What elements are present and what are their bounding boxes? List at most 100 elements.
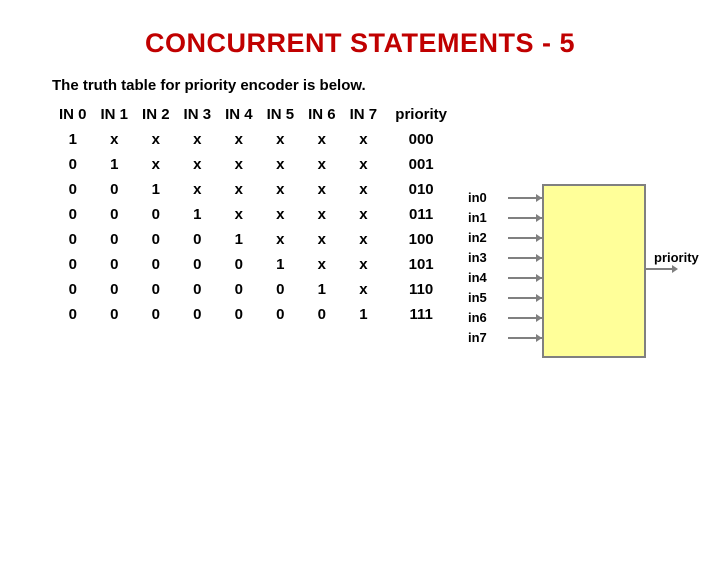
arrow-right-icon [536, 234, 542, 242]
cell: 0 [218, 302, 260, 327]
cell: x [260, 227, 302, 252]
cell: 0 [260, 302, 302, 327]
cell: 0 [52, 227, 94, 252]
subtitle: The truth table for priority encoder is … [52, 77, 720, 94]
cell: x [218, 177, 260, 202]
cell: x [301, 227, 343, 252]
table-row: 1xxxxxxx000 [52, 127, 458, 152]
cell: x [177, 152, 219, 177]
cell: 0 [52, 277, 94, 302]
cell: 1 [94, 152, 136, 177]
arrow-right-icon [536, 274, 542, 282]
cell: 0 [94, 177, 136, 202]
cell: 1 [135, 177, 177, 202]
input-label: in2 [468, 230, 487, 245]
cell: x [343, 277, 385, 302]
col-header: IN 3 [177, 102, 219, 127]
cell: 0 [94, 227, 136, 252]
input-label: in7 [468, 330, 487, 345]
table-row: 01xxxxxx001 [52, 152, 458, 177]
cell: x [343, 227, 385, 252]
col-header: IN 7 [343, 102, 385, 127]
cell: x [301, 202, 343, 227]
cell: 0 [52, 177, 94, 202]
truth-table: IN 0 IN 1 IN 2 IN 3 IN 4 IN 5 IN 6 IN 7 … [52, 102, 458, 327]
cell-priority: 100 [384, 227, 458, 252]
output-label: priority [654, 250, 699, 265]
table-row: 001xxxxx010 [52, 177, 458, 202]
cell-priority: 111 [384, 302, 458, 327]
output-line [644, 268, 672, 270]
cell: x [260, 127, 302, 152]
cell: x [135, 152, 177, 177]
input-label: in0 [468, 190, 487, 205]
col-header: IN 6 [301, 102, 343, 127]
arrow-right-icon [536, 314, 542, 322]
cell: 1 [260, 252, 302, 277]
cell: 0 [260, 277, 302, 302]
cell-priority: 001 [384, 152, 458, 177]
arrow-right-icon [536, 214, 542, 222]
input-label: in3 [468, 250, 487, 265]
cell: x [301, 177, 343, 202]
cell: x [301, 127, 343, 152]
col-header: IN 5 [260, 102, 302, 127]
input-label: in6 [468, 310, 487, 325]
input-label: in4 [468, 270, 487, 285]
cell: 0 [135, 302, 177, 327]
col-header: IN 1 [94, 102, 136, 127]
col-header-priority: priority [384, 102, 458, 127]
cell: 0 [177, 252, 219, 277]
cell: 1 [218, 227, 260, 252]
cell: x [343, 127, 385, 152]
cell: 0 [94, 202, 136, 227]
cell: x [343, 252, 385, 277]
cell: x [343, 202, 385, 227]
cell: x [177, 177, 219, 202]
cell: x [94, 127, 136, 152]
cell: 0 [94, 252, 136, 277]
cell: x [218, 202, 260, 227]
cell: 0 [135, 227, 177, 252]
cell: 1 [177, 202, 219, 227]
encoder-box [542, 184, 646, 358]
cell: 0 [177, 277, 219, 302]
cell: 0 [52, 252, 94, 277]
cell-priority: 110 [384, 277, 458, 302]
table-row: 0000001x110 [52, 277, 458, 302]
table-row: 00001xxx100 [52, 227, 458, 252]
encoder-diagram: in0 in1 in2 in3 in4 in5 in6 in7 priority [468, 178, 698, 378]
input-label: in5 [468, 290, 487, 305]
cell: x [218, 127, 260, 152]
cell: 0 [52, 202, 94, 227]
cell: 0 [301, 302, 343, 327]
col-header: IN 4 [218, 102, 260, 127]
cell-priority: 010 [384, 177, 458, 202]
cell-priority: 011 [384, 202, 458, 227]
cell: 0 [135, 202, 177, 227]
cell: x [218, 152, 260, 177]
cell: x [343, 177, 385, 202]
cell-priority: 000 [384, 127, 458, 152]
cell: x [260, 202, 302, 227]
cell: x [343, 152, 385, 177]
col-header: IN 0 [52, 102, 94, 127]
cell: 0 [177, 302, 219, 327]
cell: 0 [52, 152, 94, 177]
cell: 0 [135, 252, 177, 277]
arrow-right-icon [536, 254, 542, 262]
table-row: 000001xx101 [52, 252, 458, 277]
cell: 0 [177, 227, 219, 252]
cell: 0 [52, 302, 94, 327]
cell: x [301, 252, 343, 277]
arrow-right-icon [536, 194, 542, 202]
cell: 0 [218, 252, 260, 277]
table-row: 0001xxxx011 [52, 202, 458, 227]
cell: x [301, 152, 343, 177]
cell: x [135, 127, 177, 152]
cell: 1 [343, 302, 385, 327]
cell: x [260, 152, 302, 177]
input-label: in1 [468, 210, 487, 225]
cell: 1 [301, 277, 343, 302]
cell: x [260, 177, 302, 202]
